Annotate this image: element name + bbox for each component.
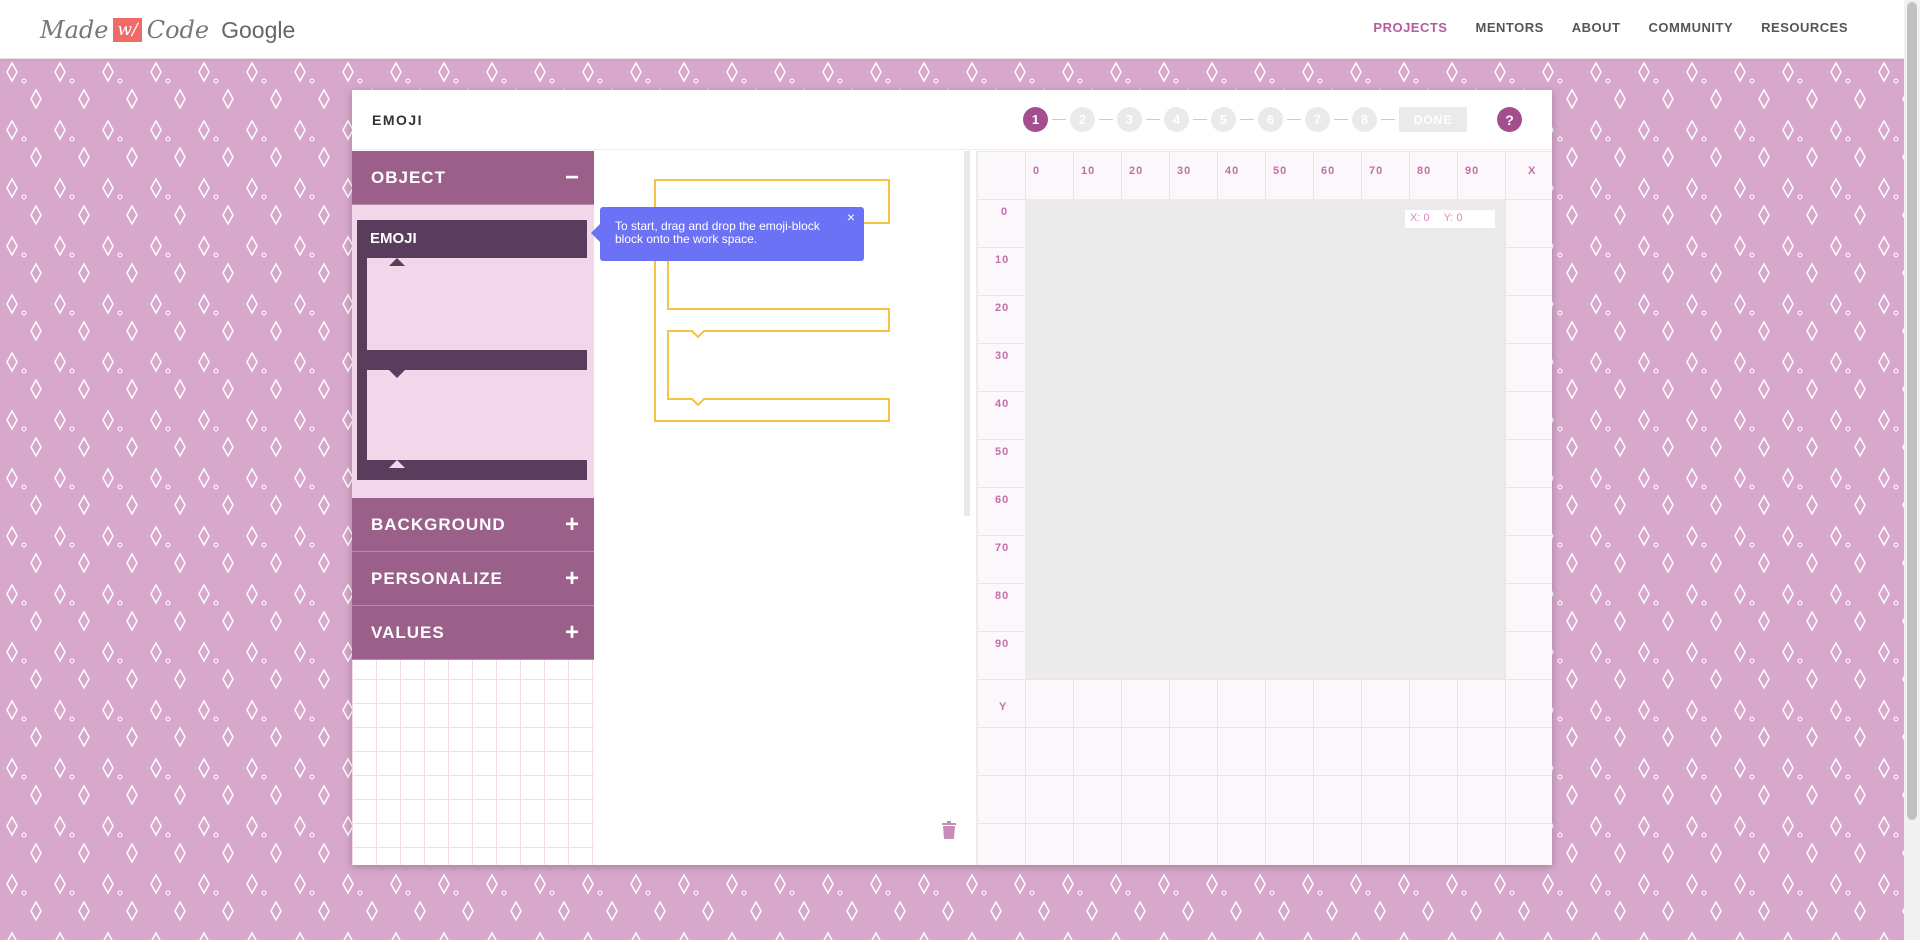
y-tick-label: 20 [995,302,1010,314]
x-tick-label: 60 [1321,165,1336,177]
y-tick-label: 90 [995,638,1010,650]
nav-community[interactable]: COMMUNITY [1648,20,1733,35]
block-toolbox: OBJECT − EMOJI BACKGROUND + PERSONALIZE … [352,151,594,865]
nav-about[interactable]: ABOUT [1572,20,1621,35]
drag-hint-tooltip: To start, drag and drop the emoji-block … [591,207,864,261]
nav-mentors[interactable]: MENTORS [1475,20,1543,35]
nav-resources[interactable]: RESOURCES [1761,20,1848,35]
category-label: PERSONALIZE [371,568,503,588]
step-6-button[interactable]: 6 [1258,107,1283,132]
category-values[interactable]: VALUES + [352,606,594,660]
coord-y: Y: 0 [1443,212,1463,224]
category-label: VALUES [371,622,445,642]
y-tick-label: 80 [995,590,1010,602]
close-icon[interactable]: × [847,210,855,224]
logo-w: w/ [113,18,142,42]
workspace-scrollbar[interactable] [964,151,970,516]
block-notch-icon [389,370,405,378]
step-separator [1334,119,1348,120]
step-separator [1146,119,1160,120]
expand-icon[interactable]: + [565,619,580,647]
x-tick-label: 30 [1177,165,1192,177]
emoji-block-label: EMOJI [357,220,587,258]
step-7-button[interactable]: 7 [1305,107,1330,132]
category-background[interactable]: BACKGROUND + [352,498,594,552]
emoji-block[interactable]: EMOJI [357,220,587,480]
nav-projects[interactable]: PROJECTS [1373,20,1447,35]
step-separator [1240,119,1254,120]
logo-code: Code [146,16,210,44]
x-tick-label: 70 [1369,165,1384,177]
logo-google: Google [221,16,296,43]
logo-made: Made [40,16,109,44]
help-button[interactable]: ? [1497,107,1522,132]
y-tick-label: 50 [995,446,1010,458]
emoji-canvas[interactable]: X: 0 Y: 0 [1025,199,1505,679]
block-notch-icon [389,258,405,266]
emoji-block-divider [357,350,587,370]
step-separator [1099,119,1113,120]
x-tick-label: 40 [1225,165,1240,177]
x-tick-label: 90 [1465,165,1480,177]
step-separator [1193,119,1207,120]
y-tick-label: 0 [1001,206,1009,218]
expand-icon[interactable]: + [565,565,580,593]
coordinate-readout: X: 0 Y: 0 [1405,210,1495,228]
expand-icon[interactable]: + [565,511,580,539]
step-separator [1381,119,1395,120]
y-axis-label: Y [999,701,1008,713]
done-button[interactable]: DONE [1399,107,1467,132]
x-tick-label: 20 [1129,165,1144,177]
top-navigation-bar: Made w/ Code Google PROJECTS MENTORS ABO… [0,0,1904,59]
y-tick-label: 70 [995,542,1010,554]
x-axis-label: X [1528,165,1537,177]
category-object[interactable]: OBJECT − [352,151,594,205]
category-label: BACKGROUND [371,514,506,534]
step-2-button[interactable]: 2 [1070,107,1095,132]
x-tick-label: 0 [1033,165,1041,177]
y-tick-label: 60 [995,494,1010,506]
step-separator [1287,119,1301,120]
category-personalize[interactable]: PERSONALIZE + [352,552,594,606]
panel-header: EMOJI 1 2 3 4 5 6 7 8 DONE ? [352,90,1552,150]
preview-grid: X: 0 Y: 0 0 10 20 30 40 50 60 70 80 90 0 10 20 30 40 5… [976,151,1552,865]
step-separator [1052,119,1066,120]
step-8-button[interactable]: 8 [1352,107,1377,132]
step-progress: 1 2 3 4 5 6 7 8 DONE ? [1023,107,1522,132]
step-3-button[interactable]: 3 [1117,107,1142,132]
x-tick-label: 10 [1081,165,1096,177]
y-tick-label: 10 [995,254,1010,266]
page-scrollbar-thumb[interactable] [1907,2,1917,820]
collapse-icon[interactable]: − [565,164,580,192]
main-nav: PROJECTS MENTORS ABOUT COMMUNITY RESOURC… [1373,20,1848,35]
step-1-button[interactable]: 1 [1023,107,1048,132]
x-tick-label: 50 [1273,165,1288,177]
project-title: EMOJI [372,112,424,128]
step-5-button[interactable]: 5 [1211,107,1236,132]
project-panel: EMOJI 1 2 3 4 5 6 7 8 DONE ? OBJECT − EM… [352,90,1552,865]
category-object-body: EMOJI [352,205,594,498]
y-tick-label: 40 [995,398,1010,410]
x-tick-label: 80 [1417,165,1432,177]
step-4-button[interactable]: 4 [1164,107,1189,132]
y-tick-label: 30 [995,350,1010,362]
category-label: OBJECT [371,167,446,187]
tooltip-text: To start, drag and drop the emoji-block … [615,219,820,246]
page-scrollbar[interactable] [1904,0,1920,940]
coord-x: X: 0 [1410,212,1430,224]
block-notch-icon [389,460,405,468]
madewithcode-logo[interactable]: Made w/ Code Google [40,14,295,46]
trash-icon[interactable] [941,821,957,839]
